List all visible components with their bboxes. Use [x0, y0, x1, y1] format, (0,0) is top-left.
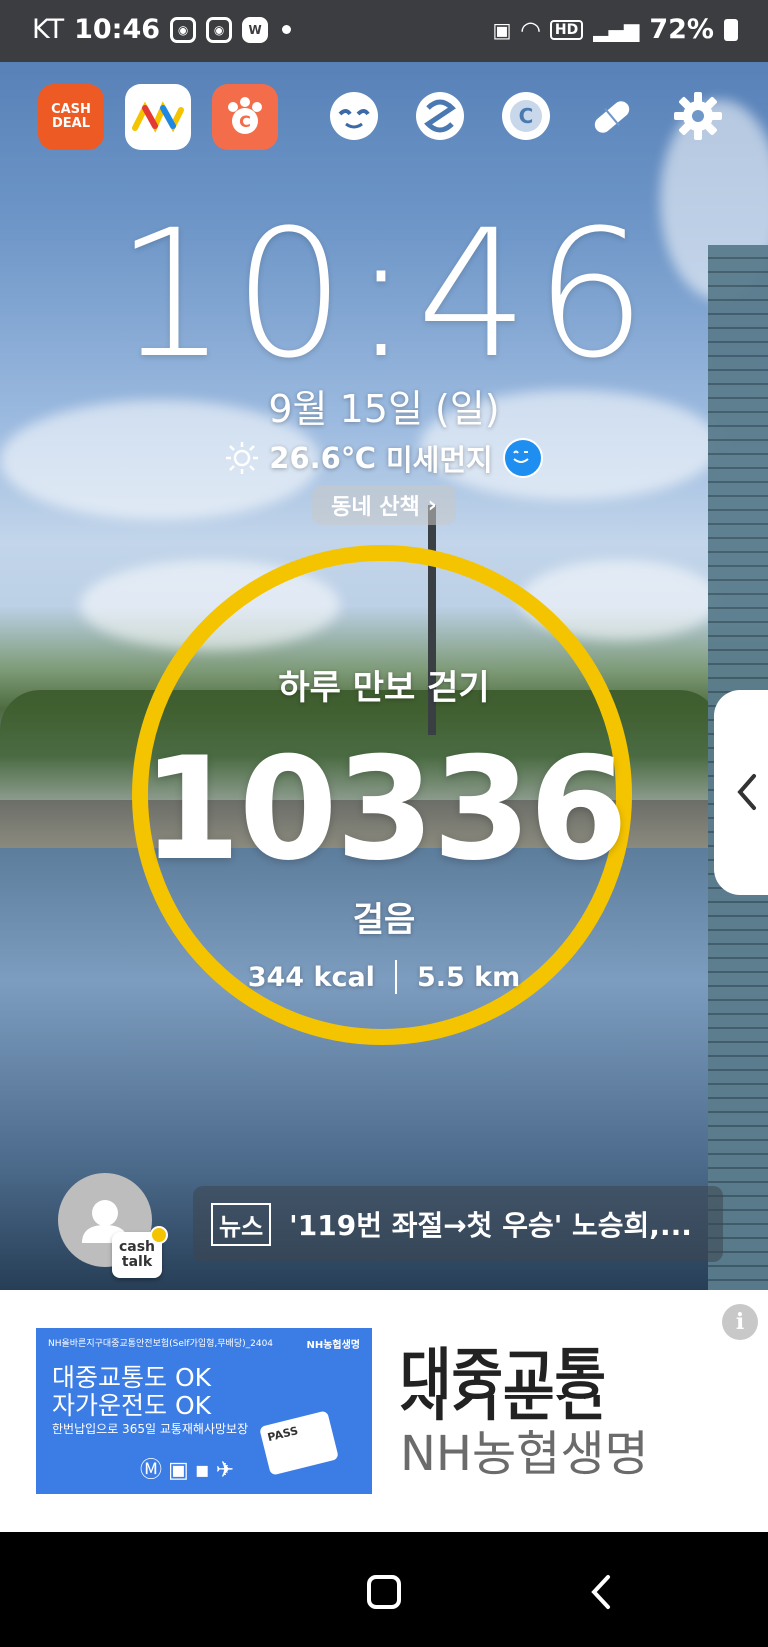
news-tag: 뉴스 — [211, 1202, 272, 1246]
news-headline: '119번 좌절→첫 우승' 노승희,... — [289, 1209, 692, 1242]
battery-saver-icon: ▣ — [492, 17, 512, 42]
svg-text:C: C — [519, 104, 534, 128]
chevron-right-icon: › — [427, 492, 437, 518]
status-time: 10:46 — [74, 14, 161, 45]
back-button-icon[interactable] — [584, 1574, 620, 1610]
lock-screen: KT 10:46 ◉ ◉ W ▣ ◠ HD ▂▄▆ 72% CASH DEAL … — [0, 0, 768, 1647]
cashtalk-line1: cash — [118, 1239, 156, 1255]
temperature: 26.6℃ — [269, 441, 376, 475]
chevron-left-icon — [737, 774, 756, 810]
signal-icon: ▂▄▆ — [593, 17, 640, 42]
svg-text:C: C — [239, 112, 251, 131]
edge-panel-handle[interactable] — [714, 690, 768, 895]
neighborhood-walk-button[interactable]: 동네 산책 › — [312, 485, 456, 525]
step-count: 10336 — [141, 727, 628, 892]
cashtalk-line2: talk — [121, 1254, 153, 1270]
status-bar: KT 10:46 ◉ ◉ W ▣ ◠ HD ▂▄▆ 72% — [0, 0, 768, 62]
battery-percent: 72% — [649, 14, 714, 45]
news-ticker[interactable]: 뉴스 '119번 좌절→첫 우승' 노승희,... — [193, 1186, 723, 1262]
more-notifications-dot-icon — [282, 25, 292, 34]
pass-card-icon: PASS — [258, 1410, 340, 1476]
ad-banner-brand: NH농협생명 — [306, 1340, 360, 1351]
settings-gear-icon[interactable] — [670, 88, 726, 144]
pedometer-title: 하루 만보 걷기 — [278, 668, 490, 708]
m-app-icon[interactable] — [125, 84, 191, 150]
battery-icon — [724, 18, 738, 41]
ad-fineprint: NH올바른지구대중교통안전보험(Self가입형,무배당)_2404 — [48, 1339, 274, 1349]
pedometer-stats: 344 kcal 5.5 km — [0, 960, 768, 994]
lockscreen-clock: 10:46 — [115, 192, 653, 397]
instagram-icon-2: ◉ — [206, 16, 233, 43]
ad-info-icon[interactable]: i — [722, 1304, 758, 1340]
weather-row[interactable]: 26.6℃ 미세먼지 — [0, 437, 768, 479]
home-button-icon[interactable] — [367, 1575, 401, 1609]
transport-icons: Ⓜ▣▪✈ — [140, 1458, 241, 1483]
round-app-1-icon[interactable] — [326, 88, 382, 144]
ad-advertiser: NH농협생명 — [400, 1426, 649, 1482]
cash-deal-app-icon[interactable]: CASH DEAL — [38, 84, 104, 150]
hd-voice-icon: HD — [549, 19, 584, 40]
sun-icon — [226, 442, 259, 474]
dust-good-smile-icon — [502, 438, 543, 478]
round-app-2-icon[interactable] — [412, 88, 468, 144]
carrier-label: KT — [32, 14, 65, 45]
calories: 344 kcal — [247, 961, 375, 993]
stats-divider — [394, 960, 397, 994]
lockscreen-date: 9월 15일 (일) — [268, 387, 500, 431]
distance: 5.5 km — [416, 961, 521, 993]
cashtalk-badge[interactable]: cash talk — [112, 1226, 168, 1278]
fine-dust-label: 미세먼지 — [385, 443, 493, 477]
cash-deal-label: CASH DEAL — [51, 102, 91, 131]
step-unit: 걸음 — [352, 900, 416, 940]
navigation-bar — [0, 1532, 768, 1647]
round-app-3-icon[interactable]: C — [498, 88, 554, 144]
ad-line-3: 한번납입으로 365일 교통재해사망보장 — [52, 1422, 249, 1436]
ad-line-2: 자가운전도 OK — [52, 1391, 212, 1420]
cashwalk-paw-app-icon[interactable]: C — [212, 84, 278, 150]
instagram-icon: ◉ — [170, 16, 197, 43]
walk-chip-label: 동네 산책 — [331, 495, 420, 520]
w-app-notification-icon: W — [242, 16, 269, 43]
ad-banner-area[interactable]: NH올바른지구대중교통안전보험(Self가입형,무배당)_2404 NH농협생명… — [0, 1290, 768, 1532]
pill-app-icon[interactable] — [584, 88, 640, 144]
wifi-icon: ◠ — [521, 15, 540, 44]
pass-card-label: PASS — [266, 1424, 300, 1445]
ad-image[interactable]: NH올바른지구대중교통안전보험(Self가입형,무배당)_2404 NH농협생명… — [36, 1328, 372, 1494]
app-shortcut-row: CASH DEAL C C — [0, 84, 768, 156]
